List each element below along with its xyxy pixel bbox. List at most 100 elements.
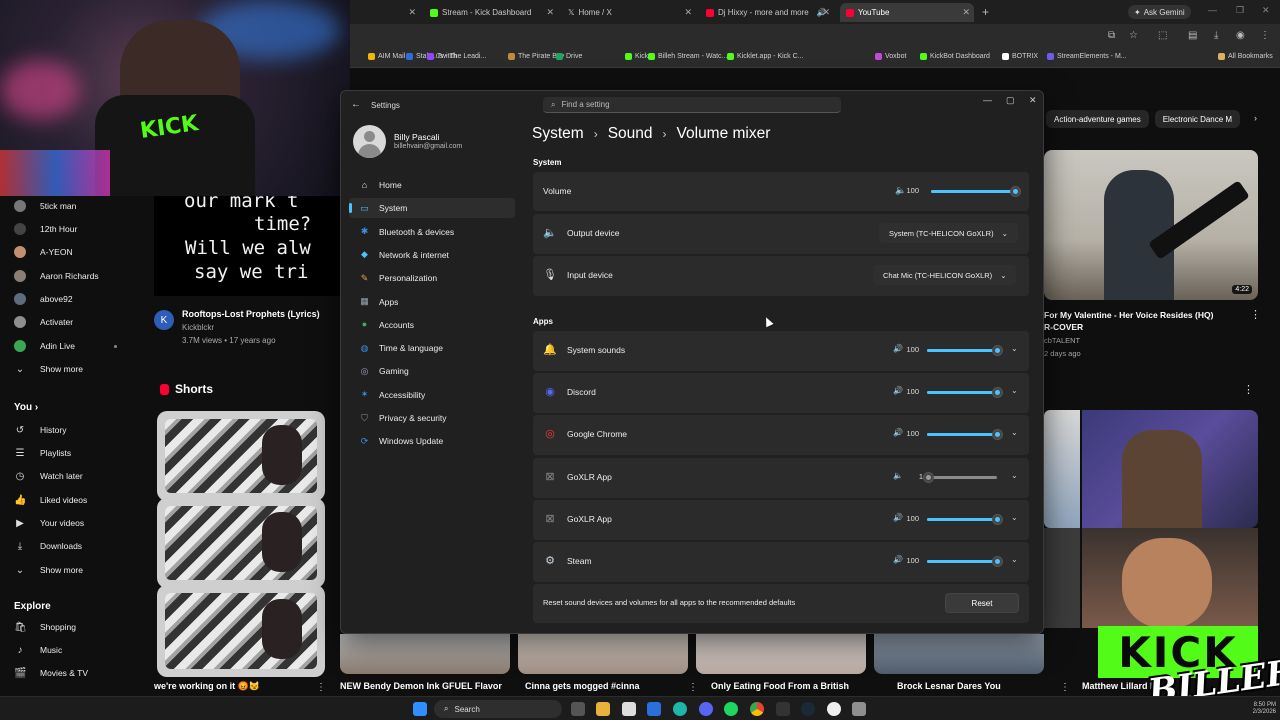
chip-electronic-dance[interactable]: Electronic Dance M [1154, 110, 1241, 128]
breadcrumb-sound[interactable]: Sound [608, 125, 653, 143]
more-options-icon[interactable]: ⋮ [1243, 383, 1254, 396]
nav-item-windows-update[interactable]: ⟳ Windows Update [349, 431, 515, 451]
sidepanel-icon[interactable]: ▤ [1188, 30, 1197, 41]
short-caption[interactable]: we're working on it 😡😼 [154, 681, 260, 692]
nav-item-bluetooth-devices[interactable]: ✱ Bluetooth & devices [349, 222, 515, 242]
video-thumbnail[interactable] [1082, 410, 1258, 528]
video-title[interactable]: For My Valentine - Her Voice Resides (HQ… [1044, 309, 1213, 333]
minimize-icon[interactable]: — [983, 95, 992, 105]
slider-thumb[interactable] [992, 429, 1003, 441]
chevron-right-icon[interactable]: › [1254, 113, 1257, 123]
sidebar-item-you[interactable]: ▶ Your videos [14, 515, 84, 531]
short-thumbnail[interactable] [157, 585, 325, 677]
sidebar-item-subscription[interactable]: Aaron Richards [14, 268, 99, 284]
bookmark-item[interactable]: StreamElements - M... [1047, 53, 1127, 60]
bookmark-item[interactable]: Billeh Stream - Watc... [648, 53, 727, 60]
sidebar-item-you[interactable]: ◷ Watch later [14, 468, 83, 484]
chevron-down-icon[interactable]: ⌄ [1011, 428, 1018, 437]
short-thumbnail[interactable] [157, 498, 325, 588]
task-view-icon[interactable] [571, 702, 585, 716]
sidebar-item-subscription[interactable]: A-YEON [14, 244, 73, 260]
all-bookmarks[interactable]: All Bookmarks [1218, 53, 1273, 60]
sidebar-item-you[interactable]: ↺ History [14, 422, 67, 438]
steam-icon[interactable] [801, 702, 815, 716]
you-section-header[interactable]: You › [14, 402, 38, 413]
profile-icon[interactable]: ◉ [1236, 30, 1245, 41]
output-device-row[interactable]: 🔈 Output device System (TC-HELICON GoXLR… [533, 214, 1029, 254]
more-options-icon[interactable]: ⋮ [1060, 682, 1070, 693]
lyric-video-thumbnail[interactable]: our mark t time? Will we alw say we tri [154, 196, 344, 296]
chevron-down-icon[interactable]: ⌄ [1011, 555, 1018, 564]
bookmark-star-icon[interactable]: ☆ [1129, 30, 1138, 41]
start-icon[interactable] [413, 702, 427, 716]
speaker-icon[interactable]: 🔊 [893, 555, 903, 564]
nav-item-accessibility[interactable]: ✶ Accessibility [349, 385, 515, 405]
nav-item-gaming[interactable]: ◎ Gaming [349, 361, 515, 381]
sidebar-item-subscription[interactable]: 5tick man [14, 198, 76, 214]
sidebar-item-explore[interactable]: ♪ Music [14, 642, 63, 658]
close-icon[interactable]: ✕ [1029, 95, 1037, 106]
app-volume-slider[interactable] [927, 556, 1003, 567]
mail-icon[interactable] [647, 702, 661, 716]
more-options-icon[interactable]: ⋮ [1250, 308, 1261, 321]
short-thumbnail[interactable] [696, 634, 866, 674]
clock[interactable]: 8:50 PM 2/3/2026 [1253, 702, 1276, 716]
new-tab-button[interactable]: + [982, 5, 989, 19]
store-icon[interactable] [622, 702, 636, 716]
short-caption[interactable]: Matthew Lillard F [1082, 681, 1156, 691]
bookmark-item[interactable]: KickBot Dashboard [920, 53, 990, 60]
app-volume-slider[interactable] [927, 345, 1003, 356]
file-explorer-icon[interactable] [596, 702, 610, 716]
speaker-icon[interactable]: 🔊 [893, 386, 903, 395]
sidebar-item-subscription[interactable]: Activater [14, 314, 73, 330]
find-setting-input[interactable]: ⌕ Find a setting [543, 97, 841, 113]
nav-item-personalization[interactable]: ✎ Personalization [349, 268, 515, 288]
speaker-icon[interactable]: 🔈 [893, 471, 903, 480]
browser-tab-youtube[interactable]: YouTube ✕ [840, 3, 974, 22]
bookmark-item[interactable]: Drive [556, 53, 582, 60]
sidebar-item-subscription[interactable]: Adin Live [14, 338, 75, 354]
nav-item-system[interactable]: ▭ System [349, 198, 515, 219]
browser-tab-x[interactable]: 𝕏 Home / X ✕ [562, 3, 696, 22]
cast-icon[interactable]: ⧉ [1108, 30, 1115, 41]
close-tab-icon[interactable]: ✕ [822, 7, 830, 18]
slider-thumb[interactable] [992, 556, 1003, 567]
slider-thumb[interactable] [992, 345, 1003, 356]
chevron-down-icon[interactable]: ⌄ [1011, 513, 1018, 522]
back-arrow-icon[interactable]: ← [351, 99, 361, 110]
browser-tab-previous[interactable]: ✕ [350, 3, 420, 22]
goxlr-icon[interactable] [776, 702, 790, 716]
maximize-icon[interactable]: ▢ [1006, 95, 1015, 106]
nav-item-accounts[interactable]: ● Accounts [349, 315, 515, 335]
ask-gemini-button[interactable]: ✦ Ask Gemini [1128, 5, 1191, 19]
short-thumbnail[interactable] [340, 634, 510, 674]
sidebar-item-explore[interactable]: 🛍 Shopping [14, 619, 76, 635]
bookmark-item[interactable]: AIM Mail [368, 53, 405, 60]
bookmark-item[interactable]: Kick [625, 53, 648, 60]
nav-item-time-language[interactable]: ◍ Time & language [349, 338, 515, 358]
slider-thumb[interactable] [922, 471, 934, 483]
show-more-button[interactable]: ⌄ Show more [14, 361, 83, 377]
sidebar-item-you[interactable]: ☰ Playlists [14, 445, 72, 461]
short-caption[interactable]: NEW Bendy Demon Ink GFUEL Flavor [340, 681, 502, 691]
sidebar-item-subscription[interactable]: above92 [14, 291, 73, 307]
output-device-dropdown[interactable]: System (TC-HELICON GoXLR) ⌄ [879, 223, 1018, 243]
input-device-row[interactable]: 🎙 Input device Chat Mic (TC-HELICON GoXL… [533, 256, 1029, 296]
nav-item-network-internet[interactable]: ◆ Network & internet [349, 245, 515, 265]
chevron-down-icon[interactable]: ⌄ [1011, 471, 1018, 480]
spotify-icon[interactable] [724, 702, 738, 716]
edge-icon[interactable] [673, 702, 687, 716]
slider-thumb[interactable] [992, 387, 1003, 399]
close-window-icon[interactable]: ✕ [1262, 5, 1270, 16]
close-tab-icon[interactable]: ✕ [962, 7, 970, 18]
menu-icon[interactable]: ⋮ [1260, 30, 1270, 41]
slider-thumb[interactable] [992, 513, 1003, 525]
short-thumbnail[interactable] [518, 634, 688, 674]
video-thumbnail[interactable] [1082, 528, 1258, 628]
bookmark-item[interactable]: Voxbot [875, 53, 906, 60]
chevron-down-icon[interactable]: ⌄ [1011, 344, 1018, 353]
settings-gear-icon[interactable] [852, 702, 866, 716]
channel-avatar[interactable]: K [154, 310, 174, 330]
short-caption[interactable]: Cinna gets mogged #cinna [525, 681, 640, 691]
speaker-icon[interactable]: 🔊 [893, 513, 903, 522]
